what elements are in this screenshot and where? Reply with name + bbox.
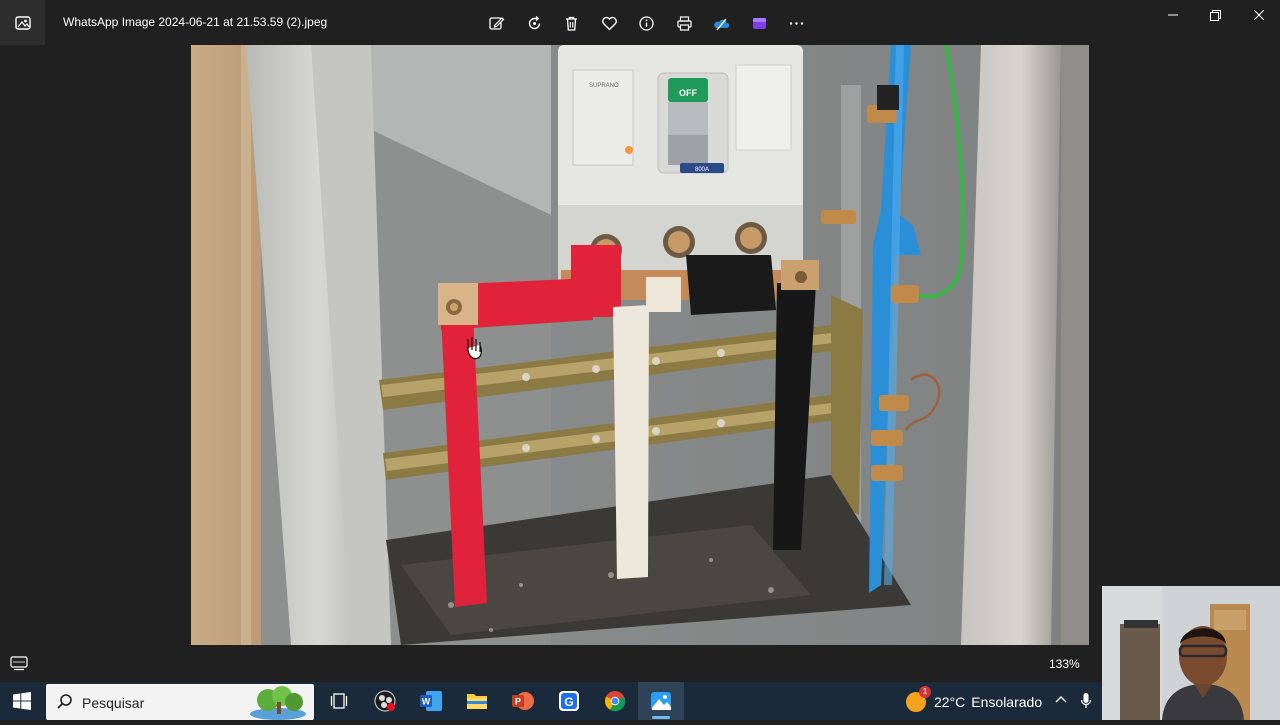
search-icon: [56, 693, 74, 716]
search-placeholder: Pesquisar: [82, 695, 145, 711]
weather-temp: 22°C: [934, 694, 966, 710]
weather-condition: Ensolarado: [971, 694, 1043, 710]
windows-start-icon[interactable]: [0, 682, 44, 720]
svg-text:P: P: [515, 697, 521, 707]
task-view-icon[interactable]: [316, 682, 362, 720]
svg-text:W: W: [422, 697, 431, 707]
clipchamp-icon[interactable]: [741, 10, 779, 36]
svg-text:SUPRANO: SUPRANO: [589, 83, 619, 89]
search-highlight-tree-icon: [248, 684, 316, 720]
rotate-icon[interactable]: [516, 10, 554, 36]
window-controls: [1151, 0, 1280, 30]
filmstrip-icon[interactable]: [10, 655, 28, 671]
breaker-rating-label: 800A: [695, 167, 709, 173]
sun-icon: 1: [906, 686, 931, 712]
powerpoint-icon[interactable]: P: [500, 682, 546, 720]
obs-icon[interactable]: [362, 682, 408, 720]
svg-text:G: G: [564, 695, 573, 709]
zoom-level[interactable]: 133%: [1049, 657, 1080, 671]
close-icon[interactable]: [1237, 0, 1280, 30]
g-app-icon[interactable]: G: [546, 682, 592, 720]
photo-electrical-panel[interactable]: SUPRANO OFF 800A: [191, 45, 1089, 645]
info-icon[interactable]: [628, 10, 666, 36]
favorite-icon[interactable]: [591, 10, 629, 36]
taskbar: Pesquisar W P G 1 22°C Ensolarado: [0, 682, 1280, 720]
more-icon[interactable]: [778, 10, 816, 36]
webcam-overlay: [1102, 586, 1280, 720]
restore-icon[interactable]: [1194, 0, 1237, 30]
breaker-off-label: OFF: [679, 88, 697, 98]
title-bar: WhatsApp Image 2024-06-21 at 21.53.59 (2…: [0, 0, 1280, 45]
status-bar: 133%: [0, 645, 1280, 682]
print-icon[interactable]: [666, 10, 704, 36]
photos-taskbar-icon[interactable]: [638, 682, 684, 720]
delete-icon[interactable]: [553, 10, 591, 36]
weather-badge: 1: [919, 686, 931, 698]
image-toolbar: [478, 10, 816, 36]
onedrive-icon[interactable]: [703, 10, 741, 36]
image-viewport[interactable]: SUPRANO OFF 800A: [0, 45, 1280, 645]
photos-app-icon[interactable]: [0, 0, 45, 45]
taskbar-apps: W P G: [316, 682, 684, 720]
system-tray: [1054, 692, 1092, 715]
file-explorer-icon[interactable]: [454, 682, 500, 720]
window-title: WhatsApp Image 2024-06-21 at 21.53.59 (2…: [63, 15, 328, 29]
chevron-up-icon[interactable]: [1054, 692, 1068, 715]
word-icon[interactable]: W: [408, 682, 454, 720]
edit-icon[interactable]: [478, 10, 516, 36]
weather-widget[interactable]: 1 22°C Ensolarado: [906, 686, 1043, 712]
chrome-icon[interactable]: [592, 682, 638, 720]
minimize-icon[interactable]: [1151, 0, 1194, 30]
microphone-icon[interactable]: [1080, 692, 1092, 715]
